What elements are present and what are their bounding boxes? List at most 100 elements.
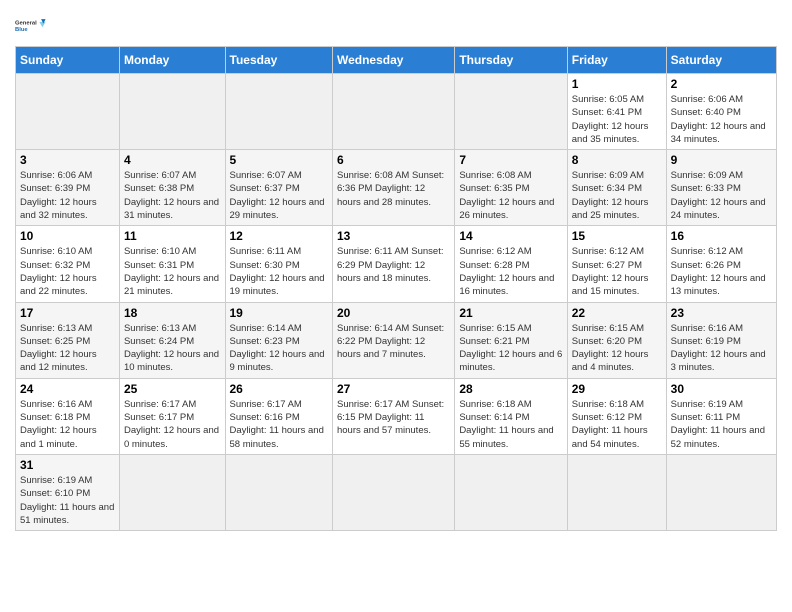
day-info: Sunrise: 6:19 AM Sunset: 6:11 PM Dayligh… <box>671 398 772 451</box>
day-info: Sunrise: 6:06 AM Sunset: 6:40 PM Dayligh… <box>671 93 772 146</box>
calendar-cell <box>225 74 332 150</box>
day-number: 21 <box>459 306 562 320</box>
weekday-header-friday: Friday <box>567 47 666 74</box>
weekday-header-tuesday: Tuesday <box>225 47 332 74</box>
calendar-cell: 21 Sunrise: 6:15 AM Sunset: 6:21 PM Dayli… <box>455 302 567 378</box>
day-number: 16 <box>671 229 772 243</box>
day-number: 10 <box>20 229 115 243</box>
day-info: Sunrise: 6:11 AM Sunset: 6:29 PM Dayligh… <box>337 245 450 285</box>
day-info: Sunrise: 6:13 AM Sunset: 6:25 PM Dayligh… <box>20 322 115 375</box>
day-number: 1 <box>572 77 662 91</box>
weekday-header-wednesday: Wednesday <box>332 47 454 74</box>
calendar-cell: 27 Sunrise: 6:17 AM Sunset: 6:15 PM Dayli… <box>332 378 454 454</box>
calendar-cell: 2 Sunrise: 6:06 AM Sunset: 6:40 PM Daylig… <box>666 74 776 150</box>
calendar-cell: 15 Sunrise: 6:12 AM Sunset: 6:27 PM Dayli… <box>567 226 666 302</box>
day-number: 23 <box>671 306 772 320</box>
day-info: Sunrise: 6:16 AM Sunset: 6:18 PM Dayligh… <box>20 398 115 451</box>
svg-text:Blue: Blue <box>15 27 28 33</box>
day-number: 15 <box>572 229 662 243</box>
day-info: Sunrise: 6:11 AM Sunset: 6:30 PM Dayligh… <box>230 245 328 298</box>
day-number: 25 <box>124 382 221 396</box>
calendar-week-5: 31Sunrise: 6:19 AM Sunset: 6:10 PM Dayli… <box>16 454 777 530</box>
calendar-cell: 5Sunrise: 6:07 AM Sunset: 6:37 PM Daylig… <box>225 150 332 226</box>
day-number: 28 <box>459 382 562 396</box>
day-number: 9 <box>671 153 772 167</box>
day-info: Sunrise: 6:05 AM Sunset: 6:41 PM Dayligh… <box>572 93 662 146</box>
day-number: 24 <box>20 382 115 396</box>
day-info: Sunrise: 6:09 AM Sunset: 6:34 PM Dayligh… <box>572 169 662 222</box>
calendar-cell: 29Sunrise: 6:18 AM Sunset: 6:12 PM Dayli… <box>567 378 666 454</box>
day-number: 8 <box>572 153 662 167</box>
calendar-cell <box>119 74 225 150</box>
day-number: 7 <box>459 153 562 167</box>
day-info: Sunrise: 6:15 AM Sunset: 6:21 PM Dayligh… <box>459 322 562 375</box>
day-info: Sunrise: 6:16 AM Sunset: 6:19 PM Dayligh… <box>671 322 772 375</box>
day-info: Sunrise: 6:12 AM Sunset: 6:26 PM Dayligh… <box>671 245 772 298</box>
calendar-week-0: 1 Sunrise: 6:05 AM Sunset: 6:41 PM Daylig… <box>16 74 777 150</box>
calendar-cell: 19 Sunrise: 6:14 AM Sunset: 6:23 PM Dayli… <box>225 302 332 378</box>
calendar-cell: 18Sunrise: 6:13 AM Sunset: 6:24 PM Dayli… <box>119 302 225 378</box>
day-number: 11 <box>124 229 221 243</box>
day-number: 18 <box>124 306 221 320</box>
day-info: Sunrise: 6:12 AM Sunset: 6:28 PM Dayligh… <box>459 245 562 298</box>
calendar-cell: 6 Sunrise: 6:08 AM Sunset: 6:36 PM Daylig… <box>332 150 454 226</box>
calendar-cell: 26 Sunrise: 6:17 AM Sunset: 6:16 PM Dayli… <box>225 378 332 454</box>
weekday-header-sunday: Sunday <box>16 47 120 74</box>
day-number: 27 <box>337 382 450 396</box>
calendar-cell: 12 Sunrise: 6:11 AM Sunset: 6:30 PM Dayli… <box>225 226 332 302</box>
day-number: 13 <box>337 229 450 243</box>
calendar-cell: 17 Sunrise: 6:13 AM Sunset: 6:25 PM Dayli… <box>16 302 120 378</box>
calendar-week-1: 3 Sunrise: 6:06 AM Sunset: 6:39 PM Daylig… <box>16 150 777 226</box>
calendar-cell <box>455 454 567 530</box>
day-number: 5 <box>230 153 328 167</box>
day-number: 26 <box>230 382 328 396</box>
calendar-cell: 9 Sunrise: 6:09 AM Sunset: 6:33 PM Daylig… <box>666 150 776 226</box>
day-number: 3 <box>20 153 115 167</box>
calendar-cell: 14 Sunrise: 6:12 AM Sunset: 6:28 PM Dayli… <box>455 226 567 302</box>
calendar-cell: 22 Sunrise: 6:15 AM Sunset: 6:20 PM Dayli… <box>567 302 666 378</box>
logo: GeneralBlue <box>15 10 51 40</box>
calendar-cell: 8 Sunrise: 6:09 AM Sunset: 6:34 PM Daylig… <box>567 150 666 226</box>
day-info: Sunrise: 6:06 AM Sunset: 6:39 PM Dayligh… <box>20 169 115 222</box>
calendar-cell <box>332 454 454 530</box>
day-number: 20 <box>337 306 450 320</box>
day-number: 17 <box>20 306 115 320</box>
day-info: Sunrise: 6:17 AM Sunset: 6:15 PM Dayligh… <box>337 398 450 438</box>
weekday-header-thursday: Thursday <box>455 47 567 74</box>
calendar-cell <box>332 74 454 150</box>
day-info: Sunrise: 6:14 AM Sunset: 6:22 PM Dayligh… <box>337 322 450 362</box>
calendar-cell: 16 Sunrise: 6:12 AM Sunset: 6:26 PM Dayli… <box>666 226 776 302</box>
calendar-week-4: 24 Sunrise: 6:16 AM Sunset: 6:18 PM Dayli… <box>16 378 777 454</box>
day-number: 22 <box>572 306 662 320</box>
day-info: Sunrise: 6:15 AM Sunset: 6:20 PM Dayligh… <box>572 322 662 375</box>
day-info: Sunrise: 6:12 AM Sunset: 6:27 PM Dayligh… <box>572 245 662 298</box>
day-info: Sunrise: 6:09 AM Sunset: 6:33 PM Dayligh… <box>671 169 772 222</box>
calendar-cell: 23 Sunrise: 6:16 AM Sunset: 6:19 PM Dayli… <box>666 302 776 378</box>
calendar-cell: 30 Sunrise: 6:19 AM Sunset: 6:11 PM Dayli… <box>666 378 776 454</box>
day-number: 14 <box>459 229 562 243</box>
day-number: 12 <box>230 229 328 243</box>
weekday-header-saturday: Saturday <box>666 47 776 74</box>
calendar-cell <box>119 454 225 530</box>
day-info: Sunrise: 6:14 AM Sunset: 6:23 PM Dayligh… <box>230 322 328 375</box>
calendar-cell: 7Sunrise: 6:08 AM Sunset: 6:35 PM Daylig… <box>455 150 567 226</box>
svg-text:General: General <box>15 21 37 27</box>
calendar-cell: 25 Sunrise: 6:17 AM Sunset: 6:17 PM Dayli… <box>119 378 225 454</box>
calendar-cell: 11Sunrise: 6:10 AM Sunset: 6:31 PM Dayli… <box>119 226 225 302</box>
day-info: Sunrise: 6:17 AM Sunset: 6:16 PM Dayligh… <box>230 398 328 451</box>
calendar-cell: 28Sunrise: 6:18 AM Sunset: 6:14 PM Dayli… <box>455 378 567 454</box>
day-number: 31 <box>20 458 115 472</box>
calendar-week-2: 10Sunrise: 6:10 AM Sunset: 6:32 PM Dayli… <box>16 226 777 302</box>
day-info: Sunrise: 6:17 AM Sunset: 6:17 PM Dayligh… <box>124 398 221 451</box>
calendar-cell: 3 Sunrise: 6:06 AM Sunset: 6:39 PM Daylig… <box>16 150 120 226</box>
day-number: 19 <box>230 306 328 320</box>
calendar-cell: 1 Sunrise: 6:05 AM Sunset: 6:41 PM Daylig… <box>567 74 666 150</box>
weekday-header-row: SundayMondayTuesdayWednesdayThursdayFrid… <box>16 47 777 74</box>
calendar-cell: 31Sunrise: 6:19 AM Sunset: 6:10 PM Dayli… <box>16 454 120 530</box>
day-number: 2 <box>671 77 772 91</box>
day-number: 6 <box>337 153 450 167</box>
header: GeneralBlue <box>15 10 777 40</box>
day-info: Sunrise: 6:08 AM Sunset: 6:36 PM Dayligh… <box>337 169 450 209</box>
calendar-cell <box>16 74 120 150</box>
day-number: 30 <box>671 382 772 396</box>
